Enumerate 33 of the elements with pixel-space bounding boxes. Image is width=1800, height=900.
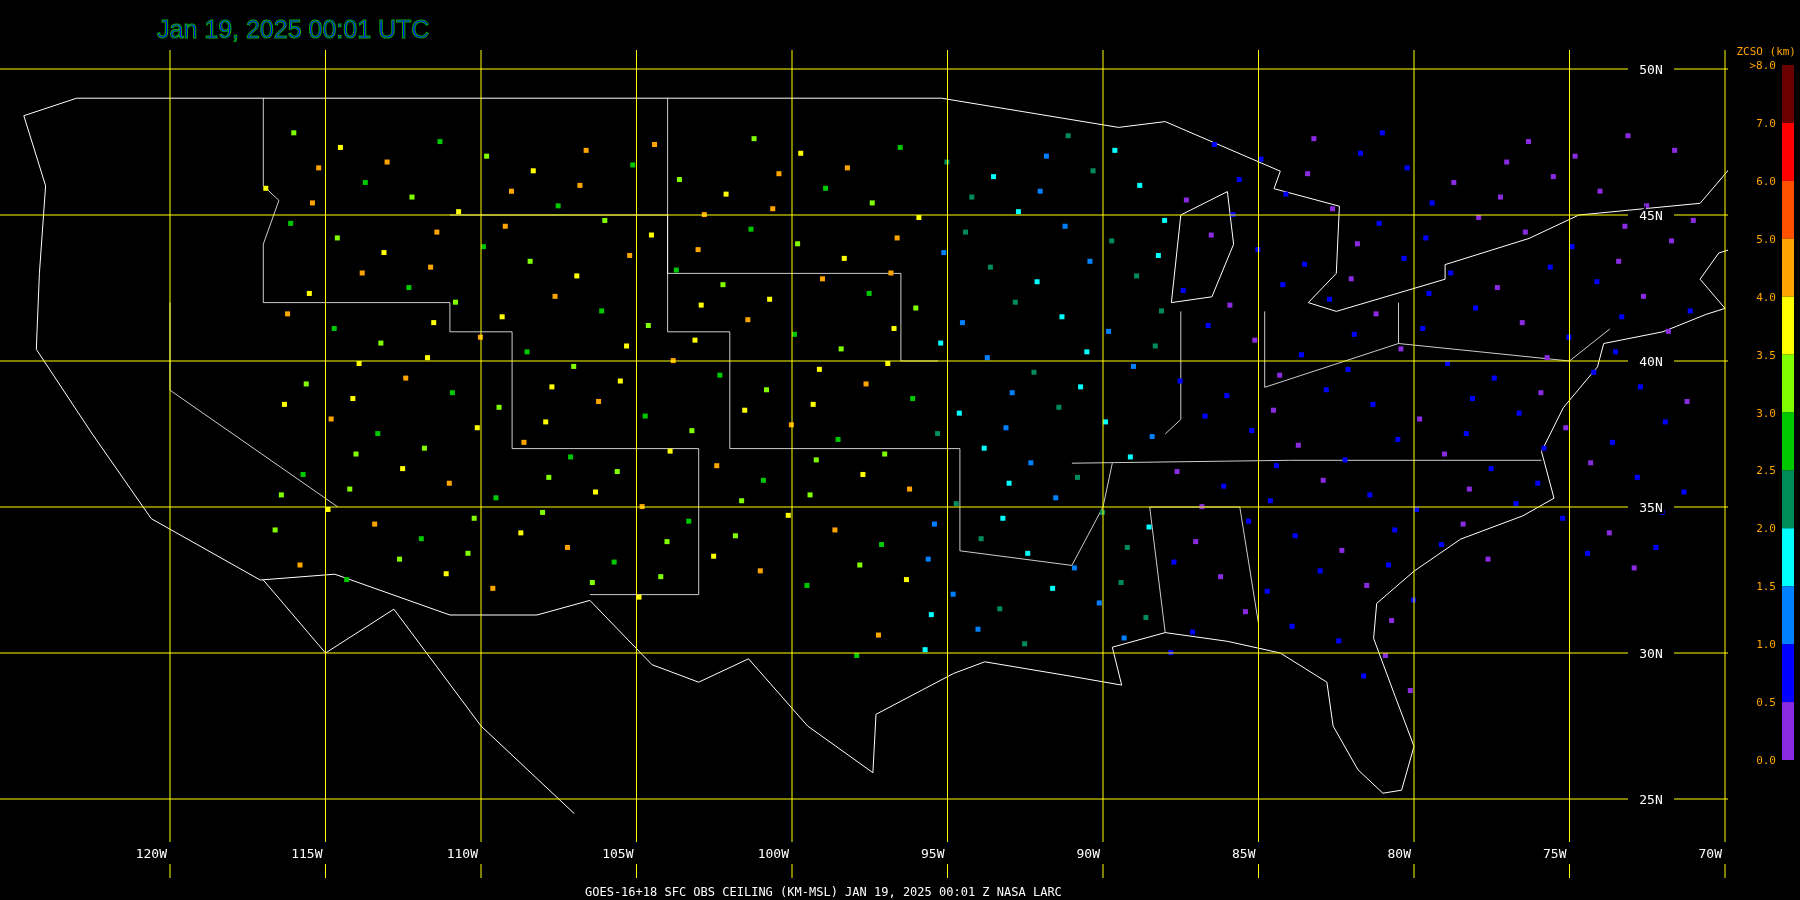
longitude-label: 110W [446, 846, 478, 861]
longitude-label: 75W [1543, 846, 1567, 861]
legend-tick-label: 6.0 [1756, 174, 1776, 188]
latitude-label: 30N [1639, 646, 1663, 661]
latitude-label: 45N [1639, 208, 1663, 223]
legend-tick-label: 7.0 [1756, 116, 1776, 130]
longitude-label: 100W [757, 846, 789, 861]
latitude-label: 35N [1639, 500, 1663, 515]
longitude-label: 120W [135, 846, 167, 861]
longitude-label: 105W [602, 846, 634, 861]
legend-tick-label: 1.5 [1756, 580, 1776, 594]
legend-tick-label: 2.0 [1756, 522, 1776, 536]
latitude-label: 25N [1639, 792, 1663, 807]
latitude-label: 40N [1639, 354, 1663, 369]
legend-tick-label: 0.0 [1756, 754, 1776, 767]
longitude-label: 115W [291, 846, 323, 861]
longitude-label: 90W [1076, 846, 1100, 861]
legend-tick-label: 5.0 [1756, 232, 1776, 246]
legend-tick-label: 4.0 [1756, 290, 1776, 304]
map-title: Jan 19, 2025 00:01 UTC [157, 15, 430, 43]
legend-tick-label: 3.5 [1756, 348, 1776, 362]
longitude-label: 80W [1387, 846, 1411, 861]
legend-title: ZCSO (km) [1736, 45, 1796, 58]
legend-tick-label: >8.0 [1749, 59, 1776, 72]
longitude-label: 70W [1698, 846, 1722, 861]
legend-tick-label: 3.0 [1756, 406, 1776, 420]
longitude-label: 95W [921, 846, 945, 861]
latitude-label: 50N [1639, 62, 1663, 77]
legend-tick-label: 1.0 [1756, 638, 1776, 652]
map-footer: GOES-16+18 SFC OBS CEILING (KM-MSL) JAN 19, 2025 00:01 Z NASA LARC [585, 885, 1062, 899]
legend-tick-label: 2.5 [1756, 464, 1776, 478]
longitude-label: 85W [1232, 846, 1256, 861]
legend-tick-label: 0.5 [1756, 696, 1776, 710]
